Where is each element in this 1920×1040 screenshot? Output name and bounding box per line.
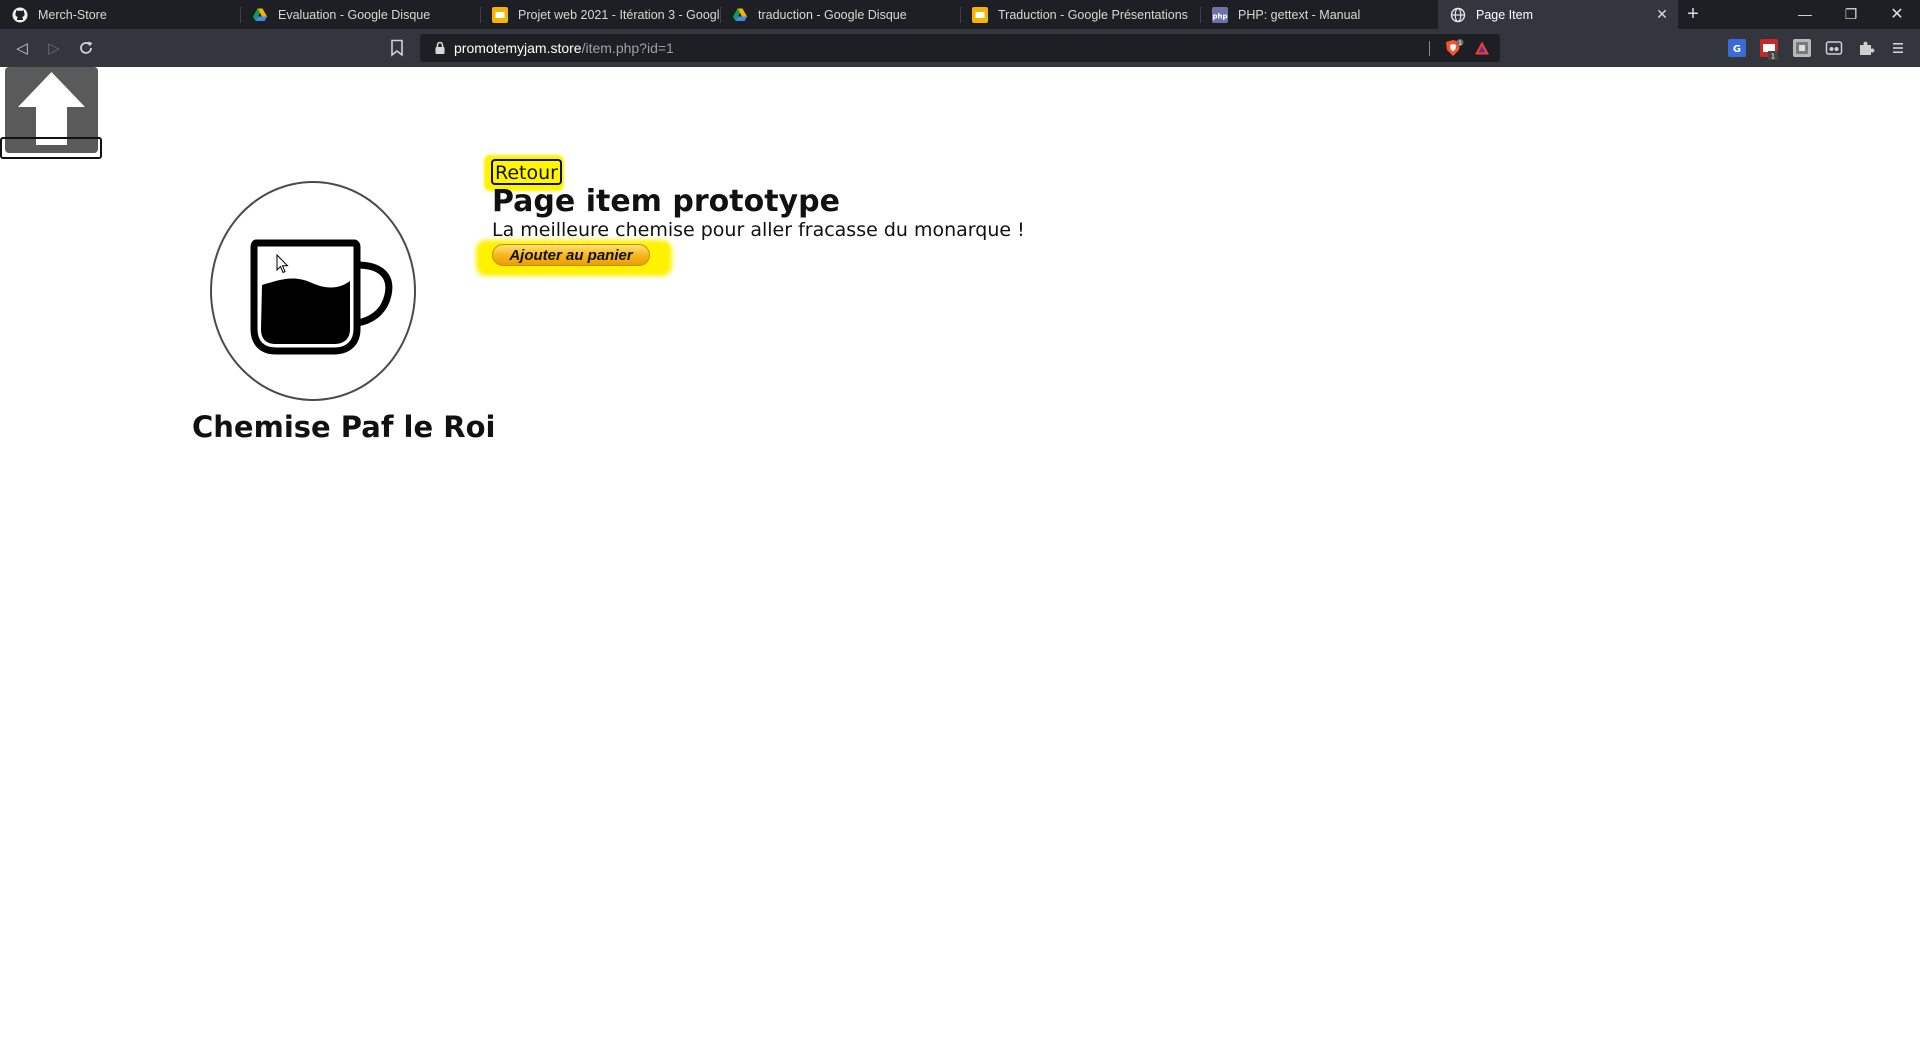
tab-php-gettext[interactable]: php PHP: gettext - Manual: [1200, 0, 1440, 29]
tab-label: Projet web 2021 - Itération 3 - Google: [518, 7, 720, 22]
php-icon: php: [1212, 6, 1228, 23]
tab-projet-web[interactable]: Projet web 2021 - Itération 3 - Google: [480, 0, 720, 29]
tab-label: Traduction - Google Présentations: [998, 7, 1188, 22]
github-icon: [12, 7, 28, 23]
url-divider: [1429, 41, 1430, 56]
product-description: La meilleure chemise pour aller fracasse…: [492, 219, 1025, 241]
window-close-icon[interactable]: ✕: [1874, 0, 1920, 29]
focus-outline: [0, 137, 102, 159]
brave-shield-icon[interactable]: 1: [1444, 39, 1464, 57]
page-title: Page item prototype: [492, 184, 840, 219]
close-tab-icon[interactable]: ✕: [1654, 6, 1670, 22]
google-drive-icon: [732, 7, 748, 23]
globe-icon: [1450, 7, 1466, 23]
product-name: Chemise Paf le Roi: [192, 410, 496, 444]
translate-extension-icon[interactable]: G: [1728, 39, 1746, 57]
extension-badge-icon[interactable]: 1: [1760, 39, 1778, 61]
menu-icon[interactable]: [1889, 39, 1907, 57]
address-bar[interactable]: promotemyjam.store/item.php?id=1 1: [420, 34, 1500, 62]
minimize-icon[interactable]: —: [1782, 0, 1828, 29]
reload-icon[interactable]: [76, 38, 96, 58]
tab-strip: Merch-Store Evaluation - Google Disque P…: [0, 0, 1920, 29]
new-tab-button[interactable]: +: [1682, 3, 1704, 25]
brave-rewards-icon[interactable]: [1474, 40, 1490, 56]
puzzle-extension-icon[interactable]: [1793, 39, 1811, 57]
extension-badge: 1: [1771, 53, 1775, 61]
back-button[interactable]: Retour: [491, 159, 562, 185]
forward-icon[interactable]: ▷: [44, 38, 64, 58]
mouse-cursor-icon: [276, 253, 290, 274]
url-path: /item.php?id=1: [581, 40, 674, 56]
product-image: [210, 181, 416, 401]
tab-evaluation[interactable]: Evaluation - Google Disque: [240, 0, 480, 29]
bookmark-icon[interactable]: [390, 39, 404, 57]
tab-page-item[interactable]: Page Item ✕: [1438, 0, 1678, 29]
tab-traduction-drive[interactable]: traduction - Google Disque: [720, 0, 960, 29]
add-to-cart-button[interactable]: Ajouter au panier: [492, 244, 650, 266]
google-slides-icon: [492, 6, 508, 23]
tab-label: Evaluation - Google Disque: [278, 7, 431, 22]
url-text: promotemyjam.store/item.php?id=1: [454, 40, 674, 56]
svg-text:G: G: [1733, 44, 1741, 55]
svg-text:php: php: [1212, 12, 1227, 20]
tab-label: traduction - Google Disque: [758, 7, 907, 22]
brave-shield-badge: 1: [1458, 40, 1462, 47]
reader-mode-icon[interactable]: [1825, 39, 1843, 57]
url-host: promotemyjam.store: [454, 40, 582, 56]
browser-toolbar: ◁ ▷ promotemyjam.store/item.php?id=1 1 G…: [0, 29, 1920, 67]
google-drive-icon: [252, 7, 268, 23]
restore-icon[interactable]: ❐: [1828, 0, 1874, 29]
tab-merch-store[interactable]: Merch-Store: [0, 0, 240, 29]
google-slides-icon: [972, 6, 988, 23]
extensions-puzzle-icon[interactable]: [1857, 39, 1875, 57]
tab-traduction-slides[interactable]: Traduction - Google Présentations: [960, 0, 1200, 29]
tab-label: PHP: gettext - Manual: [1238, 7, 1361, 22]
tab-label: Merch-Store: [38, 7, 107, 22]
tab-label: Page Item: [1476, 7, 1533, 22]
lock-icon[interactable]: [432, 40, 448, 56]
back-icon[interactable]: ◁: [12, 38, 32, 58]
